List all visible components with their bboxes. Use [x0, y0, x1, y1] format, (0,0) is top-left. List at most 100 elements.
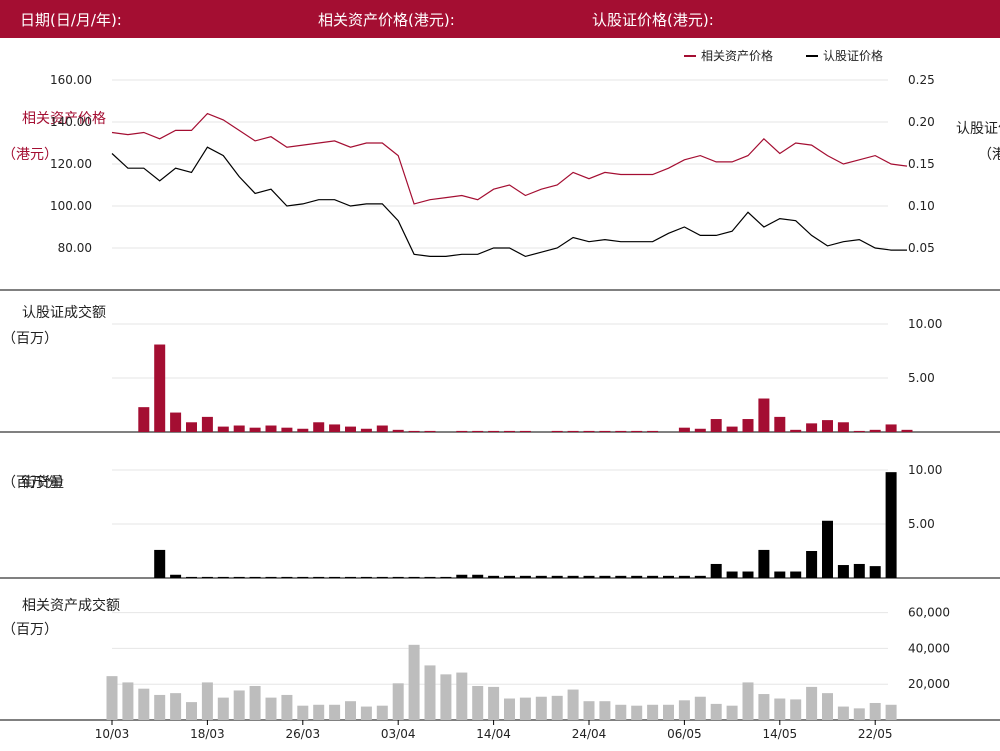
outstanding-bar: [519, 575, 531, 578]
x-tick-label: 03/04: [381, 727, 416, 741]
outstanding-bar: [376, 576, 388, 578]
underlying-turnover-tick-label: 60,000: [908, 606, 950, 620]
underlying-turnover-bar: [329, 704, 341, 720]
outstanding-bar: [281, 576, 293, 578]
underlying-turnover-bar: [694, 696, 706, 720]
warrant-turnover-bar: [853, 430, 865, 432]
outstanding-bar: [170, 574, 182, 578]
underlying-turnover-bar: [822, 693, 833, 720]
underlying-turnover-bar: [297, 705, 309, 720]
warrant-turnover-tick-label: 10.00: [908, 317, 942, 331]
warrant-turnover-bar: [885, 424, 897, 432]
underlying-turnover-bar: [535, 696, 547, 720]
underlying-turnover-bar: [265, 697, 277, 720]
warrant-turnover-bar: [345, 426, 356, 432]
warrant-turnover-bar: [678, 427, 690, 432]
outstanding-tick-label: 5.00: [908, 517, 935, 531]
warrant-turnover-bar: [329, 424, 341, 432]
legend-label: 相关资产价格: [701, 48, 773, 63]
outstanding-bar: [249, 576, 261, 578]
underlying-turnover-bar: [186, 702, 197, 720]
warrant-turnover-bar: [694, 428, 706, 432]
warrant-turnover-bar: [647, 430, 659, 432]
outstanding-bar: [472, 574, 484, 578]
outstanding-bar: [535, 575, 547, 578]
x-tick-label: 22/05: [858, 727, 893, 741]
underlying-turnover-bar: [424, 665, 436, 720]
underlying-turnover-bar: [742, 682, 754, 720]
warrant-turnover-bar: [901, 429, 913, 432]
underlying-turnover-bar: [217, 697, 229, 720]
y-left-tick-label: 80.00: [58, 241, 92, 255]
outstanding-bar: [806, 551, 818, 578]
underlying-turnover-bar: [885, 704, 897, 720]
outstanding-bar: [424, 576, 436, 578]
outstanding-bar: [154, 549, 166, 578]
outstanding-bar: [551, 575, 563, 578]
outstanding-bar: [694, 575, 706, 578]
warrant-turnover-bar: [424, 430, 436, 432]
underlying-turnover-bar: [154, 694, 166, 720]
outstanding-bar: [360, 576, 372, 578]
underlying-turnover-bar: [837, 706, 849, 720]
underlying-turnover-bar: [249, 685, 261, 720]
underlying-turnover-bar: [106, 676, 118, 720]
outstanding-bar: [297, 576, 309, 578]
warrant-turnover-bar: [631, 430, 643, 432]
warrant-turnover-bar: [376, 425, 388, 432]
warrant-turnover-bar: [249, 427, 261, 432]
outstanding-bar: [663, 575, 674, 578]
warrant-turnover-bar: [186, 422, 197, 432]
warrant-chart: 80.00 100.00 120.00 140.00 160.00 0.05 0.10 0.1…: [0, 48, 1000, 741]
warrant-turnover-bar: [504, 430, 515, 432]
outstanding-bar: [885, 472, 897, 578]
underlying-turnover-bar: [360, 706, 372, 720]
warrant-turnover-bar: [233, 425, 245, 432]
x-tick-label: 26/03: [286, 727, 321, 741]
outstanding-bar: [710, 563, 722, 578]
underlying-turnover-bar: [392, 683, 404, 720]
warrant-turnover-bar: [392, 429, 404, 432]
warrant-turnover-bar: [726, 426, 738, 432]
warrant-turnover-bar: [313, 422, 325, 432]
underlying-turnover-tick-label: 40,000: [908, 641, 950, 655]
underlying-price-line: [111, 112, 908, 205]
outstanding-bar: [647, 575, 659, 578]
warrant-turnover-bar: [488, 430, 500, 432]
warrant-turnover-bar: [265, 425, 277, 432]
underlying-turnover-bar: [551, 695, 563, 720]
underlying-turnover-bar: [519, 697, 531, 720]
y-right-tick-label: 0.10: [908, 199, 935, 213]
warrant-turnover-bar: [154, 344, 166, 432]
underlying-turnover-bar: [710, 703, 722, 720]
warrant-turnover-bar: [170, 412, 182, 432]
warrant-turnover-bar: [710, 419, 722, 432]
warrant-turnover-bar: [472, 430, 484, 432]
underlying-turnover-bar: [567, 689, 579, 720]
outstanding-bar: [774, 571, 786, 578]
underlying-turnover-bar: [472, 685, 484, 720]
underlying-turnover-bar: [408, 644, 420, 720]
underlying-turnover-bar: [853, 708, 865, 720]
warrant-turnover-bar: [217, 426, 229, 432]
underlying-turnover-bar: [806, 686, 818, 720]
warrant-turnover-bar: [837, 422, 849, 432]
x-tick-label: 14/05: [763, 727, 798, 741]
legend-label: 认股证价格: [823, 48, 883, 63]
warrant-turnover-bar: [281, 427, 293, 432]
outstanding-bar: [265, 576, 277, 578]
warrant-turnover-bar: [806, 423, 818, 432]
warrant-turnover-bar: [567, 430, 579, 432]
warrant-turnover-bar: [615, 430, 627, 432]
underlying-turnover-bar: [456, 672, 468, 720]
underlying-turnover-bar: [647, 704, 659, 720]
underlying-turnover-bar: [376, 705, 388, 720]
underlying-turnover-bar: [790, 699, 802, 720]
outstanding-tick-label: 10.00: [908, 463, 942, 477]
outstanding-bar: [504, 575, 515, 578]
underlying-turnover-bar: [599, 701, 611, 720]
outstanding-bar: [869, 566, 881, 578]
outstanding-bar: [345, 576, 356, 578]
underlying-turnover-bar: [233, 690, 245, 720]
underlying-turnover-bar: [345, 701, 356, 720]
